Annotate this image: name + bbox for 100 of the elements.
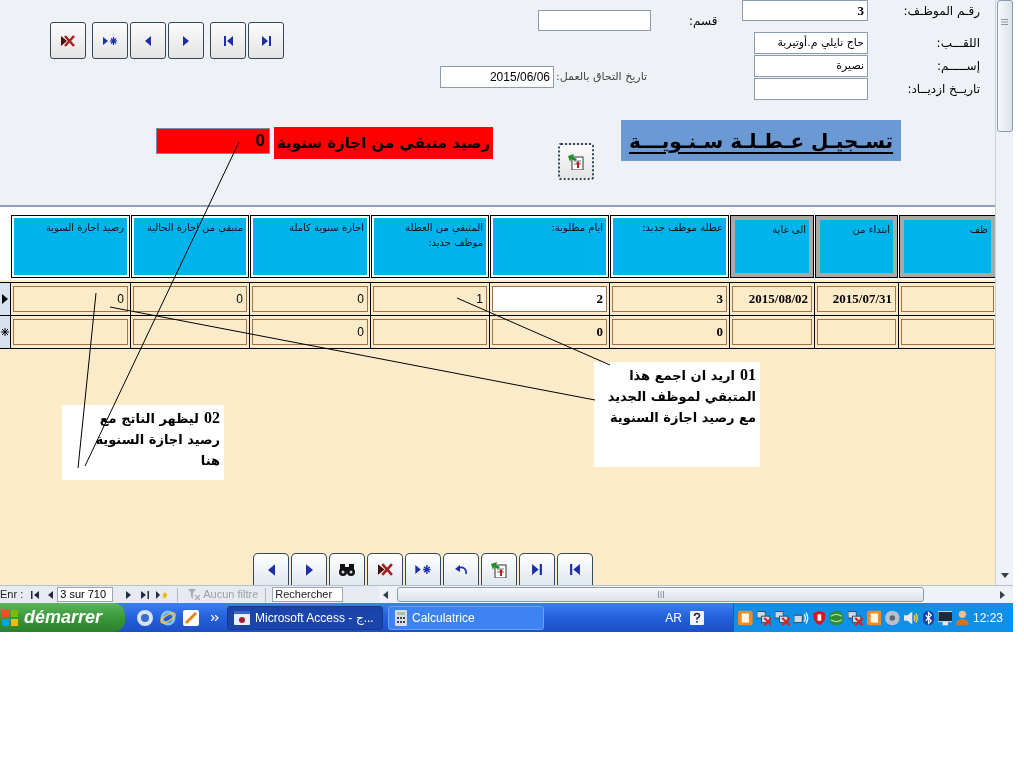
field-label: قسم: [689, 12, 718, 30]
left-arrow-icon[interactable] [383, 590, 389, 599]
left-arrow-icon [267, 563, 275, 576]
cell-field[interactable]: 0 [252, 319, 368, 345]
undo-icon [454, 564, 468, 575]
input-field[interactable]: 3 [742, 0, 868, 21]
balance-label: رصيد متبقي من اجازة سنوية [274, 127, 494, 159]
disc-icon[interactable] [885, 609, 900, 626]
disc-icon[interactable] [137, 609, 153, 626]
field-label: تاريــخ ازديــاد: [906, 81, 981, 98]
delete-record-button[interactable] [367, 553, 403, 585]
input-field[interactable]: 2015/06/06 [440, 66, 554, 88]
clock: 12:23 [973, 609, 1004, 627]
record-label: Enr : [0, 587, 24, 603]
skip-back-icon [223, 35, 233, 46]
input-field[interactable] [754, 78, 868, 100]
field-label: رقـم الموظـف: [902, 2, 981, 20]
record-selector[interactable] [0, 283, 11, 315]
search-button[interactable] [329, 553, 365, 585]
record-selector[interactable] [0, 316, 11, 348]
taskbar-task[interactable]: Calculatrice [388, 605, 544, 630]
column-header: ظف [900, 216, 995, 277]
start-button[interactable]: démarrer [0, 603, 125, 632]
binoculars-icon [339, 563, 355, 576]
left-arrow-icon [145, 35, 151, 46]
right-arrow-icon [125, 590, 131, 599]
globe-icon[interactable] [829, 609, 844, 626]
cell-field[interactable] [13, 319, 128, 345]
column-header: اجازة سنوية كاملة [251, 216, 369, 277]
network-error-icon[interactable] [848, 609, 863, 626]
bluetooth-icon[interactable] [922, 609, 934, 626]
field-label: إســـــم: [936, 58, 981, 75]
network-error-icon[interactable] [756, 609, 772, 626]
cell-field[interactable]: 0 [492, 319, 607, 345]
record-position-field[interactable]: 3 sur 710 [57, 587, 114, 602]
arrow-star-icon [156, 590, 169, 599]
cell-field[interactable] [373, 319, 487, 345]
column-header: عطلة موظف جديد: [611, 216, 728, 277]
wireless-icon[interactable] [793, 609, 809, 626]
delete-icon [61, 34, 75, 47]
next-record-button[interactable] [168, 22, 204, 59]
previous-record-button[interactable] [253, 553, 289, 585]
next-record-button[interactable] [291, 553, 327, 585]
last-record-button[interactable] [248, 22, 284, 59]
app-window-icon [234, 609, 250, 626]
report-button[interactable] [558, 143, 594, 180]
new-record-button[interactable] [405, 553, 441, 585]
double-chevron-icon[interactable] [211, 614, 219, 621]
new-record-button[interactable] [92, 22, 128, 59]
scrollbar-thumb[interactable] [397, 587, 925, 602]
column-header: ابتداء من [816, 216, 897, 277]
last-record-button[interactable] [519, 553, 555, 585]
orbit-icon[interactable] [160, 609, 176, 626]
shield-icon[interactable] [812, 609, 826, 626]
cell-field[interactable]: 0 [612, 319, 727, 345]
search-field[interactable]: Rechercher [272, 587, 344, 602]
input-field[interactable]: نصيرة [754, 55, 868, 77]
delete-icon [377, 563, 393, 576]
column-header: ايام مطلوبة: [491, 216, 608, 277]
field-label: اللقـــب: [935, 35, 981, 52]
cell-field[interactable]: 0 [13, 286, 128, 312]
help-icon[interactable] [690, 610, 704, 625]
grip-icon [1001, 19, 1008, 25]
column-header: الى غاية [731, 216, 813, 277]
cell-field[interactable] [133, 319, 247, 345]
pencil-square-icon[interactable] [183, 609, 199, 626]
cell-field[interactable] [817, 319, 896, 345]
first-record-button[interactable] [557, 553, 593, 585]
undo-button[interactable] [443, 553, 479, 585]
app-icon[interactable] [866, 609, 882, 626]
cell-field[interactable] [732, 319, 812, 345]
arrow-asterisk-icon [415, 564, 431, 575]
delete-record-button[interactable] [50, 22, 86, 59]
cell-field[interactable] [901, 286, 994, 312]
skip-back-icon [31, 590, 40, 599]
monitor-icon[interactable] [937, 609, 953, 626]
calculator-icon [395, 609, 407, 626]
first-record-button[interactable] [210, 22, 246, 59]
column-header: رصيد اجازة السوية [12, 216, 129, 277]
input-field[interactable]: حاج نايلي م.أوتيربة [754, 32, 868, 54]
form-title: تسـجيـل عـطـلـة سـنـويـــة [621, 120, 902, 161]
arrow-asterisk-icon [103, 35, 117, 46]
scrollbar-thumb[interactable] [996, 0, 1013, 132]
skip-forward-icon [532, 564, 542, 575]
right-arrow-icon[interactable] [1000, 590, 1005, 599]
field-label: تاريخ التحاق بالعمل: [556, 68, 648, 85]
document-icon [491, 561, 507, 578]
triangle-icon [2, 294, 8, 304]
report-button[interactable] [481, 553, 517, 585]
skip-forward-icon [261, 35, 271, 46]
document-icon [568, 153, 584, 170]
column-header: المتبقي من العطلة موظف جديد: [372, 216, 488, 277]
language-indicator[interactable]: AR [665, 608, 682, 627]
network-error-icon[interactable] [775, 609, 790, 626]
input-field[interactable] [538, 10, 651, 31]
taskbar-task[interactable]: Microsoft Access - ج... [227, 605, 383, 630]
previous-record-button[interactable] [130, 22, 166, 59]
cell-field[interactable] [901, 319, 994, 345]
down-arrow-icon[interactable] [1000, 573, 1009, 578]
app-icon[interactable] [738, 609, 753, 626]
